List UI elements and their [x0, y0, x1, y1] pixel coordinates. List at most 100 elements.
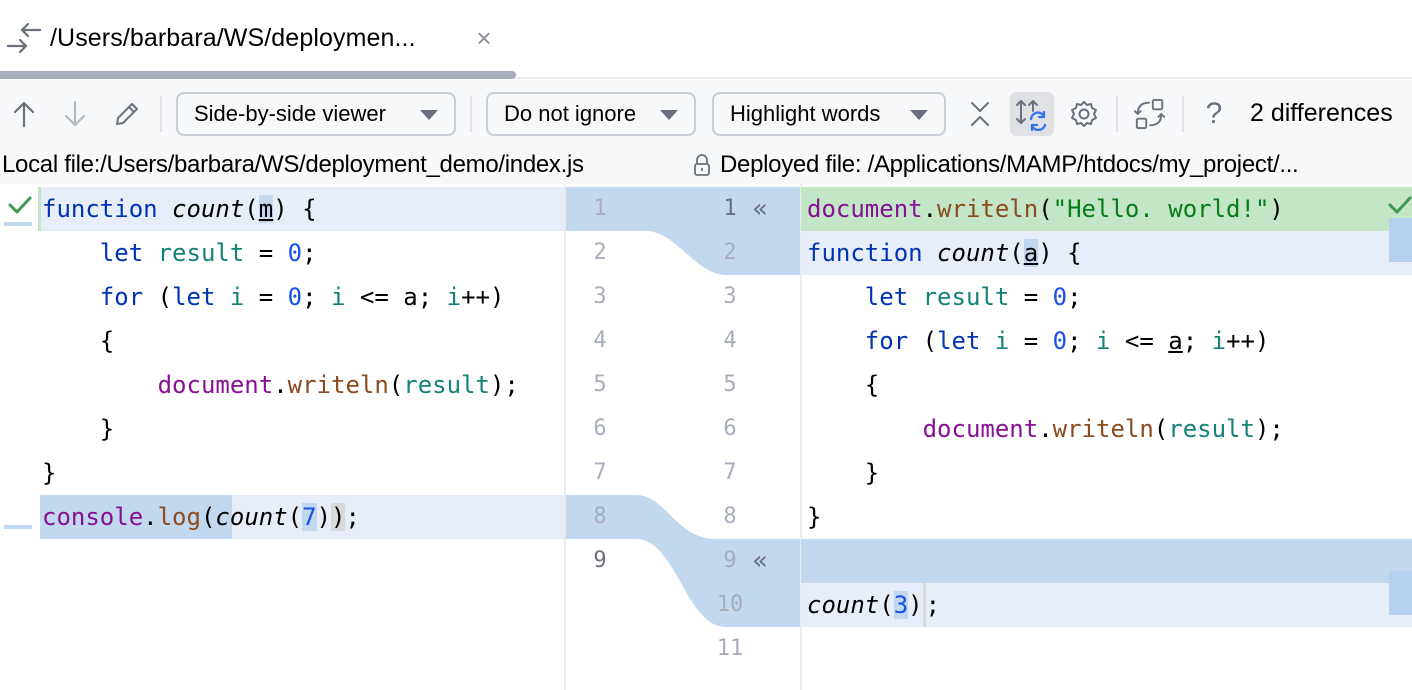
- toolbar-separator: [1182, 96, 1184, 132]
- line-number: 3: [723, 284, 737, 309]
- code-token: }: [42, 415, 115, 443]
- code-line: }: [807, 459, 880, 487]
- code-line: }: [807, 503, 822, 531]
- diff-gutter: 1 2 3 4 5 6 7 8 9 1 2 3 4 5 6 7 8 9 10 11 « «: [566, 184, 801, 690]
- line-number: 2: [723, 240, 737, 265]
- differences-count: 2 differences: [1250, 99, 1393, 127]
- code-line: document.writeln("Hello. world!"): [801, 187, 1412, 231]
- line-number: 1: [723, 196, 737, 221]
- previous-difference-button[interactable]: [8, 98, 40, 130]
- chevron-down-icon: [910, 110, 928, 120]
- code-token: count: [172, 195, 245, 223]
- gear-icon: [1071, 101, 1097, 127]
- toolbar-separator: [160, 96, 162, 132]
- sync-scroll-icon: [1016, 100, 1047, 131]
- code-token: function: [42, 195, 173, 223]
- viewer-mode-label: Side-by-side viewer: [194, 101, 386, 126]
- code-token: ) {: [273, 195, 317, 223]
- changed-word: a: [1023, 239, 1039, 267]
- tab-title: /Users/barbara/WS/deploymen...: [50, 24, 416, 52]
- tab-bar: /Users/barbara/WS/deploymen... ×: [0, 0, 1412, 80]
- highlight-mode-label: Highlight words: [730, 101, 881, 126]
- code-token: 0: [287, 239, 303, 267]
- code-line: let result = 0;: [99, 239, 317, 267]
- arrow-up-icon: [13, 101, 35, 128]
- code-line: let result = 0;: [864, 283, 1082, 311]
- close-icon[interactable]: ×: [472, 25, 496, 51]
- toolbar-separator: [1116, 96, 1118, 132]
- apply-change-chevron-icon[interactable]: «: [752, 187, 768, 231]
- code-line: }: [40, 451, 566, 495]
- collapse-unchanged-button[interactable]: [964, 98, 996, 130]
- collapse-icon: [971, 102, 989, 126]
- change-marker: [1389, 571, 1412, 615]
- highlight-mode-dropdown[interactable]: Highlight words: [712, 92, 946, 136]
- active-tab-indicator: [0, 71, 516, 79]
- checkmark-icon[interactable]: [1387, 194, 1412, 216]
- swap-sides-button[interactable]: [1134, 98, 1166, 130]
- line-number: 6: [593, 416, 607, 441]
- deployed-editor[interactable]: document.writeln("Hello. world!") functi…: [801, 184, 1412, 690]
- line-number: 10: [716, 592, 744, 617]
- apply-change-chevron-icon[interactable]: «: [752, 539, 768, 583]
- help-button[interactable]: ?: [1198, 97, 1230, 130]
- line-number: 8: [723, 504, 737, 529]
- line-number: 2: [593, 240, 607, 265]
- diff-toolbar: Side-by-side viewer Do not ignore Highli…: [0, 80, 1412, 146]
- diff-editors: function count(m) { let result = 0; for …: [0, 184, 1412, 690]
- checkmark-icon[interactable]: [7, 194, 33, 216]
- change-marker: [4, 525, 32, 529]
- line-number: 3: [593, 284, 607, 309]
- file-path-bar: Local file:/Users/barbara/WS/deployment_…: [0, 146, 1412, 184]
- code-line: for (let i = 0; i <= a; i++): [99, 283, 505, 311]
- changed-word: 3: [893, 591, 909, 619]
- ignore-whitespace-dropdown[interactable]: Do not ignore: [486, 92, 696, 136]
- code-line: {: [40, 319, 566, 363]
- line-number: 6: [723, 416, 737, 441]
- help-icon: ?: [1205, 97, 1223, 130]
- swap-sides-icon: [1134, 98, 1166, 130]
- line-number: 8: [593, 504, 607, 529]
- settings-button[interactable]: [1068, 98, 1100, 130]
- code-token: (: [244, 195, 259, 223]
- code-token: }: [42, 459, 57, 487]
- viewer-mode-dropdown[interactable]: Side-by-side viewer: [176, 92, 456, 136]
- chevron-down-icon: [420, 110, 438, 120]
- tabbar-divider: [516, 77, 1412, 79]
- code-line: {: [807, 371, 880, 399]
- next-difference-button[interactable]: [59, 98, 91, 130]
- changed-word: 7: [302, 503, 317, 531]
- code-token: {: [42, 327, 115, 355]
- code-line: function count(a) {: [801, 231, 1412, 275]
- line-number: 9: [593, 548, 607, 573]
- ignore-whitespace-label: Do not ignore: [504, 101, 637, 126]
- code-line: [801, 539, 1412, 583]
- code-line: count(3);: [801, 583, 1412, 627]
- code-line: document.writeln(result);: [922, 415, 1284, 443]
- local-editor[interactable]: function count(m) { let result = 0; for …: [0, 184, 566, 690]
- line-number: 4: [593, 328, 607, 353]
- line-number: 7: [593, 460, 607, 485]
- code-token: result: [157, 239, 245, 267]
- pencil-icon: [116, 103, 138, 125]
- line-number: 4: [723, 328, 737, 353]
- deployed-file-path: Deployed file: /Applications/MAMP/htdocs…: [720, 151, 1299, 178]
- diff-tab[interactable]: /Users/barbara/WS/deploymen... ×: [0, 0, 516, 80]
- line-number: 5: [593, 372, 607, 397]
- code-token: let: [99, 239, 158, 267]
- code-line: console.log(count(7));: [40, 495, 566, 539]
- synchronize-scrolling-button[interactable]: [1010, 92, 1054, 136]
- code-line: for (let i = 0; i <= a; i++): [864, 327, 1270, 355]
- line-number: 1: [593, 196, 607, 221]
- edit-source-button[interactable]: [111, 98, 143, 130]
- line-number: 11: [716, 636, 744, 661]
- arrow-down-icon: [64, 100, 86, 127]
- code-line: }: [40, 407, 566, 451]
- code-line: document.writeln(result);: [157, 371, 519, 399]
- line-number: 7: [723, 460, 737, 485]
- code-token: for: [99, 283, 144, 311]
- changed-word: m: [258, 195, 274, 223]
- toolbar-separator: [470, 96, 472, 132]
- change-marker: [38, 187, 41, 231]
- chevron-down-icon: [660, 110, 678, 120]
